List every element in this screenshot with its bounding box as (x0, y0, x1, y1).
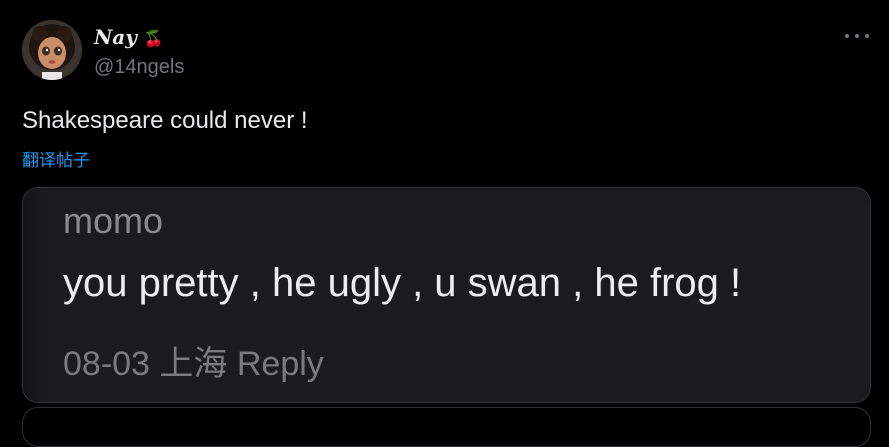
more-dot (865, 34, 869, 38)
comment-reply: Reply (236, 345, 324, 383)
display-name[interactable]: Nay 🍒 (94, 25, 164, 49)
next-card-edge (22, 407, 871, 447)
user-handle[interactable]: @14ngels (94, 56, 184, 79)
comment-meta: 08-03 上海 Reply (63, 336, 324, 385)
avatar[interactable] (22, 20, 82, 80)
comment-date: 08-03 (63, 345, 150, 383)
comment-username: momo (63, 200, 164, 241)
comment-text: you pretty , he ugly , u swan , he frog … (63, 261, 742, 305)
attached-image[interactable]: momo you pretty , he ugly , u swan , he … (22, 187, 871, 403)
profile-avatar-icon (22, 20, 82, 80)
more-dot (845, 34, 849, 38)
image-edge-shade (23, 188, 45, 402)
tweet-text: Shakespeare could never ! (22, 107, 308, 134)
comment-location: 上海 (159, 345, 228, 383)
more-options-icon[interactable] (845, 26, 869, 46)
translate-post-link[interactable]: 翻译帖子 (22, 146, 90, 171)
more-dot (855, 34, 859, 38)
cherry-icon: 🍒 (143, 29, 164, 48)
display-name-text: Nay (94, 25, 137, 49)
